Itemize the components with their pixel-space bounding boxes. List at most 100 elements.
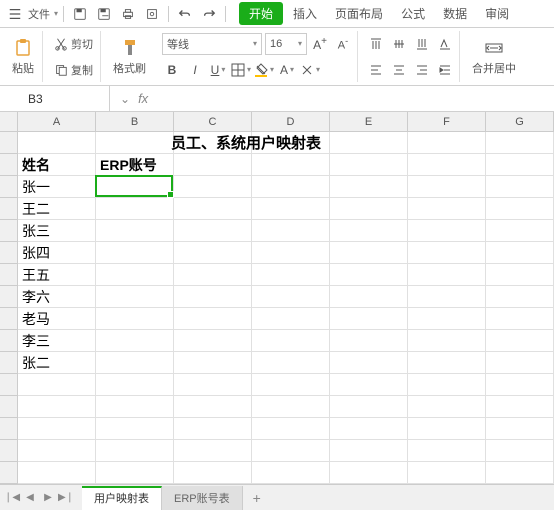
row-header-10[interactable] <box>0 330 18 352</box>
tab-formula[interactable]: 公式 <box>393 2 433 25</box>
cell-A1[interactable] <box>18 132 96 154</box>
cell-B5[interactable] <box>96 220 174 242</box>
cell-G3[interactable] <box>486 176 554 198</box>
cell-A10[interactable]: 李三 <box>18 330 96 352</box>
font-size-select[interactable]: 16▾ <box>265 33 307 55</box>
merge-center-button[interactable]: 合并居中 <box>468 36 520 78</box>
fx-dropdown-icon[interactable]: ⌄ <box>120 92 130 106</box>
sheet-nav-last-icon[interactable]: ▶❘ <box>58 490 74 506</box>
cell-E3[interactable] <box>330 176 408 198</box>
name-box[interactable]: B3 <box>20 86 110 111</box>
cell-B16[interactable] <box>96 462 174 484</box>
cell-D7[interactable] <box>252 264 330 286</box>
cell-B2[interactable]: ERP账号 <box>96 154 174 176</box>
cell-G2[interactable] <box>486 154 554 176</box>
row-header-11[interactable] <box>0 352 18 374</box>
cell-C3[interactable] <box>174 176 252 198</box>
cell-A14[interactable] <box>18 418 96 440</box>
cell-G4[interactable] <box>486 198 554 220</box>
cell-C10[interactable] <box>174 330 252 352</box>
cut-button[interactable]: 剪切 <box>51 34 96 54</box>
cell-F11[interactable] <box>408 352 486 374</box>
sheet-nav-first-icon[interactable]: ❘◀ <box>4 490 20 506</box>
cell-F14[interactable] <box>408 418 486 440</box>
cell-B6[interactable] <box>96 242 174 264</box>
cell-E16[interactable] <box>330 462 408 484</box>
cell-A5[interactable]: 张三 <box>18 220 96 242</box>
cell-F9[interactable] <box>408 308 486 330</box>
row-header-2[interactable] <box>0 154 18 176</box>
print-preview-icon[interactable] <box>141 3 163 25</box>
cell-B14[interactable] <box>96 418 174 440</box>
cell-G7[interactable] <box>486 264 554 286</box>
col-header-A[interactable]: A <box>18 112 96 132</box>
cell-A7[interactable]: 王五 <box>18 264 96 286</box>
cell-F6[interactable] <box>408 242 486 264</box>
align-right-icon[interactable] <box>412 60 432 80</box>
cell-B12[interactable] <box>96 374 174 396</box>
fx-icon[interactable]: fx <box>138 91 148 106</box>
row-header-12[interactable] <box>0 374 18 396</box>
cell-A15[interactable] <box>18 440 96 462</box>
cell-G5[interactable] <box>486 220 554 242</box>
cell-F4[interactable] <box>408 198 486 220</box>
cell-F16[interactable] <box>408 462 486 484</box>
cell-C9[interactable] <box>174 308 252 330</box>
cell-E13[interactable] <box>330 396 408 418</box>
cell-D9[interactable] <box>252 308 330 330</box>
cell-F8[interactable] <box>408 286 486 308</box>
cell-A9[interactable]: 老马 <box>18 308 96 330</box>
cell-G9[interactable] <box>486 308 554 330</box>
tab-layout[interactable]: 页面布局 <box>327 2 391 25</box>
cell-A11[interactable]: 张二 <box>18 352 96 374</box>
cell-C13[interactable] <box>174 396 252 418</box>
cell-F3[interactable] <box>408 176 486 198</box>
cell-F15[interactable] <box>408 440 486 462</box>
tab-data[interactable]: 数据 <box>435 2 475 25</box>
tab-insert[interactable]: 插入 <box>285 2 325 25</box>
cell-A8[interactable]: 李六 <box>18 286 96 308</box>
cell-G10[interactable] <box>486 330 554 352</box>
cell-E2[interactable] <box>330 154 408 176</box>
tab-review[interactable]: 审阅 <box>477 2 517 25</box>
indent-icon[interactable] <box>435 60 455 80</box>
cell-G11[interactable] <box>486 352 554 374</box>
cell-E11[interactable] <box>330 352 408 374</box>
align-bottom-icon[interactable] <box>412 34 432 54</box>
cell-D1[interactable] <box>252 132 330 154</box>
cell-B4[interactable] <box>96 198 174 220</box>
cell-B3[interactable] <box>96 176 174 198</box>
cell-C1[interactable]: 员工、系统用户映射表 <box>174 132 252 154</box>
cell-E12[interactable] <box>330 374 408 396</box>
sheet-tab-0[interactable]: 用户映射表 <box>82 486 162 510</box>
cell-F7[interactable] <box>408 264 486 286</box>
cell-D13[interactable] <box>252 396 330 418</box>
cell-D5[interactable] <box>252 220 330 242</box>
tab-start[interactable]: 开始 <box>239 2 283 25</box>
cell-F5[interactable] <box>408 220 486 242</box>
cell-B7[interactable] <box>96 264 174 286</box>
cell-D3[interactable] <box>252 176 330 198</box>
cell-F2[interactable] <box>408 154 486 176</box>
align-top-icon[interactable] <box>366 34 386 54</box>
cell-G6[interactable] <box>486 242 554 264</box>
redo-icon[interactable] <box>198 3 220 25</box>
cell-B11[interactable] <box>96 352 174 374</box>
cell-E7[interactable] <box>330 264 408 286</box>
add-sheet-button[interactable]: + <box>243 490 271 506</box>
align-middle-icon[interactable] <box>389 34 409 54</box>
cell-C15[interactable] <box>174 440 252 462</box>
col-header-B[interactable]: B <box>96 112 174 132</box>
cell-G14[interactable] <box>486 418 554 440</box>
row-header-3[interactable] <box>0 176 18 198</box>
italic-icon[interactable]: I <box>185 60 205 80</box>
row-header-13[interactable] <box>0 396 18 418</box>
fill-color-icon[interactable]: ▾ <box>254 60 274 80</box>
cell-C12[interactable] <box>174 374 252 396</box>
cell-C2[interactable] <box>174 154 252 176</box>
cell-E4[interactable] <box>330 198 408 220</box>
row-header-15[interactable] <box>0 440 18 462</box>
orientation-icon[interactable] <box>435 34 455 54</box>
select-all-corner[interactable] <box>0 112 18 132</box>
cell-C4[interactable] <box>174 198 252 220</box>
